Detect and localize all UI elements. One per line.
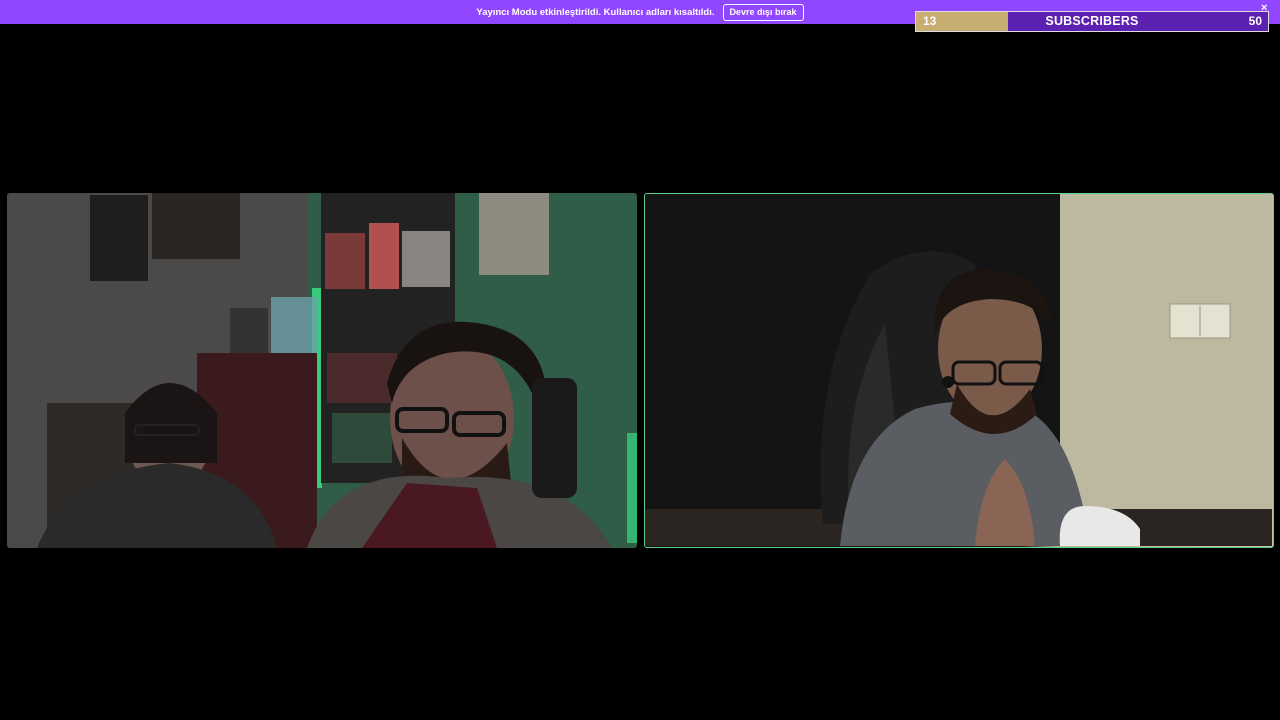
subscriber-goal-label: SUBSCRIBERS: [1045, 14, 1139, 28]
right-camera-scene: [645, 194, 1272, 546]
stream-page: Yayıncı Modu etkinleştirildi. Kullanıcı …: [0, 0, 1280, 720]
left-camera-feed: [7, 193, 637, 548]
right-camera-feed: [644, 193, 1274, 548]
left-camera-scene: [7, 193, 637, 548]
subscriber-goal-target: 50: [1248, 14, 1262, 28]
disable-streamer-mode-button[interactable]: Devre dışı bırak: [722, 3, 804, 21]
banner-message: Yayıncı Modu etkinleştirildi. Kullanıcı …: [476, 6, 715, 18]
subscriber-goal-bar: 13 SUBSCRIBERS 50: [915, 11, 1269, 32]
